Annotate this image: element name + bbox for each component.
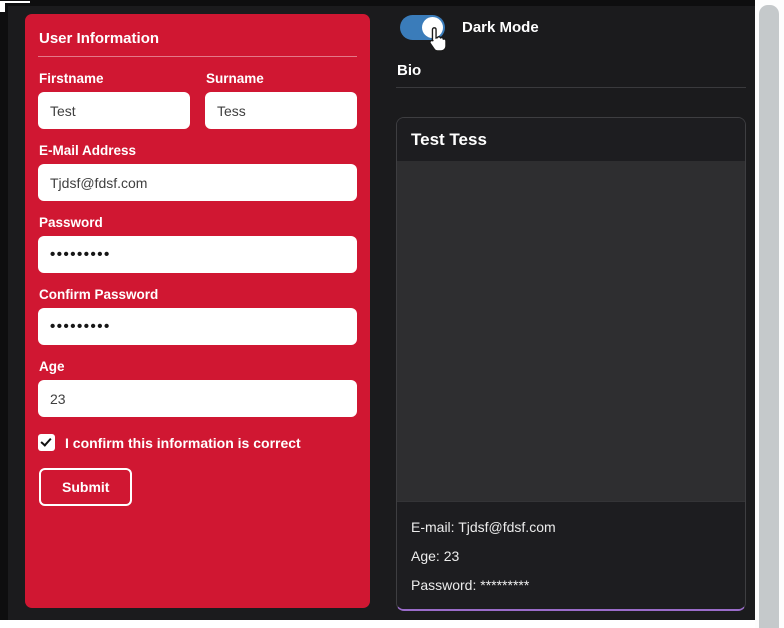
- bio-card-footer: E-mail: Tjdsf@fdsf.com Age: 23 Password:…: [397, 501, 745, 609]
- checkmark-icon: [40, 435, 51, 446]
- confirm-checkbox-row: I confirm this information is correct: [38, 434, 357, 451]
- age-input[interactable]: [38, 380, 357, 417]
- bio-panel: Dark Mode Bio Test Tess E-mail: Tjdsf@fd…: [396, 0, 746, 611]
- confirm-password-label: Confirm Password: [39, 287, 356, 302]
- surname-label: Surname: [206, 71, 356, 86]
- surname-group: Surname: [205, 57, 357, 129]
- left-edge-strip: [0, 0, 8, 620]
- password-input[interactable]: [38, 236, 357, 273]
- scrollbar[interactable]: [755, 0, 784, 628]
- panel-title: User Information: [38, 28, 357, 57]
- email-group: E-Mail Address: [38, 143, 357, 201]
- bio-textarea[interactable]: [397, 161, 745, 501]
- email-input[interactable]: [38, 164, 357, 201]
- name-fields-row: Firstname Surname: [38, 57, 357, 129]
- bio-email-line: E-mail: Tjdsf@fdsf.com: [411, 519, 731, 535]
- password-label: Password: [39, 215, 356, 230]
- firstname-label: Firstname: [39, 71, 189, 86]
- age-label: Age: [39, 359, 356, 374]
- scrollbar-thumb[interactable]: [759, 5, 779, 628]
- dark-mode-label: Dark Mode: [462, 19, 539, 36]
- page-top-strip: [0, 1, 30, 3]
- age-group: Age: [38, 359, 357, 417]
- user-information-panel: User Information Firstname Surname E-Mai…: [25, 14, 370, 608]
- surname-input[interactable]: [205, 92, 357, 129]
- bio-heading: Bio: [396, 62, 746, 88]
- page: User Information Firstname Surname E-Mai…: [0, 0, 784, 628]
- bio-password-line: Password: *********: [411, 577, 731, 593]
- firstname-group: Firstname: [38, 57, 190, 129]
- email-label: E-Mail Address: [39, 143, 356, 158]
- confirm-password-input[interactable]: [38, 308, 357, 345]
- firstname-input[interactable]: [38, 92, 190, 129]
- confirm-checkbox[interactable]: [38, 434, 55, 451]
- confirm-password-group: Confirm Password: [38, 287, 357, 345]
- bio-age-line: Age: 23: [411, 548, 731, 564]
- submit-button[interactable]: Submit: [39, 468, 132, 506]
- confirm-checkbox-label: I confirm this information is correct: [65, 435, 301, 451]
- bio-card-title: Test Tess: [397, 118, 745, 161]
- dark-mode-row: Dark Mode: [396, 15, 746, 40]
- bio-card: Test Tess E-mail: Tjdsf@fdsf.com Age: 23…: [396, 117, 746, 611]
- cursor-pointer-icon: [426, 26, 450, 53]
- password-group: Password: [38, 215, 357, 273]
- app-background: User Information Firstname Surname E-Mai…: [0, 0, 755, 620]
